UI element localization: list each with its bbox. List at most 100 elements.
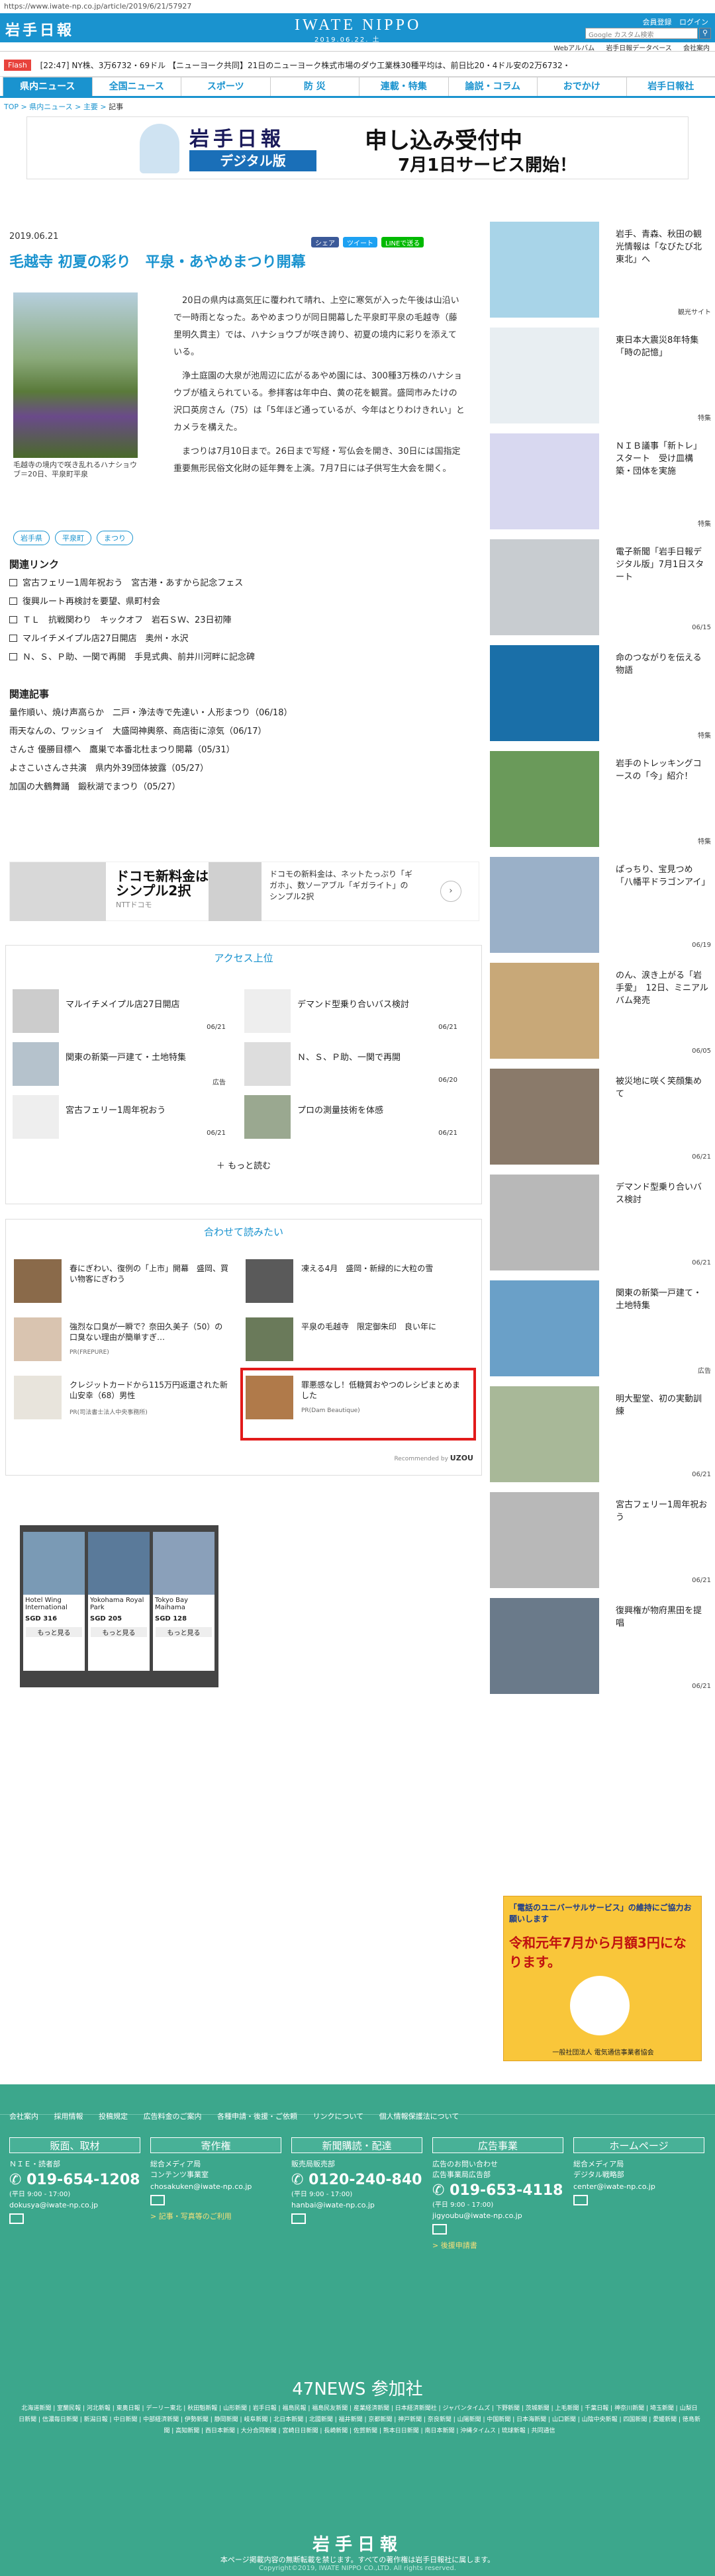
nav-series[interactable]: 連載・特集	[359, 77, 448, 96]
hotel-card[interactable]: Hotel Wing International SGD 316 もっと見る	[23, 1532, 85, 1671]
ranking-item[interactable]: 宮古フェリー1周年祝おう 06/21	[6, 1095, 231, 1145]
footer-link[interactable]: リンクについて	[313, 2112, 364, 2121]
phone-number[interactable]: ✆ 0120-240-840	[291, 2172, 422, 2188]
side-ad[interactable]: 「電話のユニバーサルサービス」の維持にご協力お願いします 令和元年7月から月額3…	[503, 1896, 702, 2061]
list-item[interactable]: 雨天なんの、ワッショイ 大盛岡神輿祭、商店街に涼気（06/17）	[9, 723, 473, 741]
nav-company[interactable]: 岩手日報社	[626, 77, 715, 96]
footer-link[interactable]: 各種申請・後援・ご依頼	[217, 2112, 297, 2121]
sidebar-item[interactable]: ＮＩＢ議事「新トレ」スタート 受け皿構築・団体を実施 特集	[490, 427, 715, 533]
nav-disaster[interactable]: 防 災	[269, 77, 359, 96]
sidebar-item[interactable]: 岩手のトレッキングコースの「今」紹介！ 特集	[490, 744, 715, 850]
facebook-share-button[interactable]: シェア	[311, 237, 339, 247]
search-input[interactable]: Google カスタム検索	[585, 28, 698, 39]
nav-local-news[interactable]: 県内ニュース	[3, 77, 92, 96]
recommend-item[interactable]: クレジットカードから115万円返還された新山安幸（68）男性 PR(司法書士法人中…	[14, 1373, 246, 1426]
footer-link[interactable]: 会社案内	[9, 2112, 38, 2121]
ranking-item[interactable]: プロの測量技術を体感 06/21	[238, 1095, 463, 1145]
sidebar-item[interactable]: 宮古フェリー1周年祝おう 06/21	[490, 1486, 715, 1591]
sidebar-item[interactable]: 岩手、青森、秋田の観光情報は「なびたび北東北」へ 観光サイト	[490, 215, 715, 321]
hotel-ad[interactable]: Hotel Wing International SGD 316 もっと見る Yok…	[20, 1525, 218, 1687]
email-link[interactable]: hanbai@iwate-np.co.jp	[291, 2201, 422, 2209]
ranking-item[interactable]: 関東の新築一戸建て・土地特集 広告	[6, 1042, 231, 1092]
tag-matsuri[interactable]: まつり	[97, 531, 133, 545]
sidebar-item[interactable]: 電子新聞「岩手日報デジタル版」7月1日スタート 06/15	[490, 533, 715, 639]
email-link[interactable]: center@iwate-np.co.jp	[573, 2182, 704, 2191]
sidebar-item[interactable]: 関東の新築一戸建て・土地特集 広告	[490, 1274, 715, 1380]
ranking-item[interactable]: マルイチメイプル店27日開店 06/21	[6, 989, 231, 1040]
footer-link[interactable]: 広告料金のご案内	[144, 2112, 202, 2121]
ranking-item[interactable]: Ｎ、Ｓ、Ｐ助、一関で再開 06/20	[238, 1042, 463, 1092]
thumbnail	[14, 1259, 62, 1303]
nav-outing[interactable]: おでかけ	[537, 77, 626, 96]
footer-nav: 会社案内 採用情報 投稿規定 広告料金のご案内 各種申請・後援・ご依頼 リンクに…	[0, 2084, 715, 2121]
phone-number[interactable]: ✆ 019-654-1208	[9, 2172, 140, 2188]
register-link[interactable]: 会員登録	[643, 18, 672, 26]
mail-icon[interactable]	[291, 2213, 306, 2224]
copyright: Copyright©2019, IWATE NIPPO CO.,LTD. All…	[259, 2565, 456, 2572]
nav-column[interactable]: 論説・コラム	[448, 77, 537, 96]
p47-list[interactable]: 北海道新聞 | 室蘭民報 | 河北新報 | 東奥日報 | デーリー東北 | 秋田…	[19, 2403, 700, 2437]
list-item[interactable]: 量作順い、焼け声高らか 二戸・浄法寺で先達い・人形まつり（06/18）	[9, 704, 473, 723]
footer-link[interactable]: 採用情報	[54, 2112, 83, 2121]
recommend-item[interactable]: 春にぎわい、復例の「上市」開幕 盛岡、買い物客にぎわう	[14, 1257, 246, 1310]
nav-national-news[interactable]: 全国ニュース	[91, 77, 181, 96]
sidebar-item[interactable]: のん、涙き上がる「岩手愛」 12日、ミニアルバム発売 06/05	[490, 956, 715, 1062]
hotel-card[interactable]: Yokohama Royal Park SGD 205 もっと見る	[88, 1532, 150, 1671]
digital-banner[interactable]: 岩手日報 デジタル版 申し込み受付中 7月1日サービス開始！	[26, 116, 689, 179]
mail-icon[interactable]	[150, 2195, 165, 2205]
footer-link[interactable]: 投稿規定	[99, 2112, 128, 2121]
crumb-top[interactable]: TOP	[4, 103, 19, 111]
nav-sports[interactable]: スポーツ	[181, 77, 270, 96]
sidebar-item[interactable]: デマンド型乗り合いバス検討 06/21	[490, 1168, 715, 1274]
login-link[interactable]: ログイン	[679, 18, 708, 26]
list-item[interactable]: Ｎ、Ｓ、Ｐ助、一関で再開 手見式典、前井川河畔に記念碑	[9, 648, 473, 667]
sidebar-item[interactable]: 被災地に咲く笑顔集めて 06/21	[490, 1062, 715, 1168]
crumb-local[interactable]: 県内ニュース	[29, 103, 72, 111]
site-name[interactable]: IWATE NIPPO	[295, 17, 421, 34]
header-links: 会員登録 ログイン	[638, 17, 709, 27]
article-paragraph: 20日の県内は高気圧に覆われて晴れ、上空に寒気が入った午後は山沿いで一時雨となっ…	[173, 296, 459, 357]
search-icon[interactable]: ⚲	[699, 28, 711, 39]
list-item[interactable]: 宮古フェリー1周年祝おう 宮古港・あすから記念フェス	[9, 574, 473, 593]
site-logo[interactable]: 岩手日報	[5, 19, 74, 40]
ranking-item[interactable]: デマンド型乗り合いバス検討 06/21	[238, 989, 463, 1040]
chevron-right-icon[interactable]: ›	[440, 881, 461, 902]
footer-logo[interactable]: 岩手日報	[0, 2531, 715, 2555]
twitter-share-button[interactable]: ツイート	[343, 237, 377, 247]
mail-icon[interactable]	[573, 2195, 588, 2205]
usage-link[interactable]: > 記事・写真等のご利用	[150, 2211, 281, 2221]
email-link[interactable]: dokusya@iwate-np.co.jp	[9, 2201, 140, 2209]
list-item[interactable]: マルイチメイプル店27日開店 奥州・水沢	[9, 630, 473, 648]
mail-icon[interactable]	[432, 2224, 447, 2235]
sidebar-item[interactable]: ぱっちり、宝見つめ 「八幡平ドラゴンアイ」 06/19	[490, 850, 715, 956]
phone-number[interactable]: ✆ 019-653-4118	[432, 2182, 563, 2199]
email-link[interactable]: chosakuken@iwate-np.co.jp	[150, 2182, 281, 2191]
ticker-text[interactable]: [22:47] NY株、3万6732・69ドル 【ニューヨーク共同】21日のニュ…	[40, 61, 571, 70]
more-button[interactable]: ＋ もっと読む	[6, 1159, 481, 1171]
list-item[interactable]: ＴＬ 抗戦関わり キックオフ 岩石ＳＷ、23日初陣	[9, 611, 473, 630]
article-photo[interactable]	[13, 292, 138, 458]
article-tags: 岩手県 平泉町 まつり	[13, 531, 133, 545]
hotel-card[interactable]: Tokyo Bay Maihama SGD 128 もっと見る	[153, 1532, 215, 1671]
list-item[interactable]: 復興ルート再検討を要望、県町村会	[9, 593, 473, 611]
recommend-item[interactable]: 平泉の毛越寺 限定御朱印 良い年に	[246, 1315, 477, 1368]
list-item[interactable]: 加国の大鶴舞踊 鍛秋湖でまつり（05/27）	[9, 778, 473, 797]
sponsor-link[interactable]: > 後援申請書	[432, 2240, 563, 2250]
sidebar-item[interactable]: 命のつながりを伝える物語 特集	[490, 639, 715, 744]
recommend-item[interactable]: 強烈な口臭が一瞬で？奈田久美子（50）の口臭ない理由が簡単すぎ… PR(FREPU…	[14, 1315, 246, 1368]
docomo-ad[interactable]: ドコモ新料金は シンプル2択 NTTドコモ ドコモの新料金は、ネットたっぷり「ギ…	[9, 862, 479, 921]
sidebar-item[interactable]: 明大聖堂、初の実動訓練 06/21	[490, 1380, 715, 1486]
email-link[interactable]: jigyoubu@iwate-np.co.jp	[432, 2211, 563, 2220]
tag-hiraizumi[interactable]: 平泉町	[55, 531, 91, 545]
sidebar-item[interactable]: 復興権が物府黒田を提唱 06/21	[490, 1591, 715, 1697]
tag-iwate[interactable]: 岩手県	[13, 531, 50, 545]
crumb-main[interactable]: 主要	[83, 103, 98, 111]
mail-icon[interactable]	[9, 2213, 24, 2224]
sidebar-item[interactable]: 東日本大震災8年特集「時の記憶」 特集	[490, 321, 715, 427]
recommend-item[interactable]: 凍える4月 盛岡・新緑的に大粒の雪	[246, 1257, 477, 1310]
list-item[interactable]: さんさ 優勝目標へ 鷹巣で本番北杜まつり開幕（05/31）	[9, 741, 473, 760]
list-item[interactable]: よさこいさんさ共演 県内外39団体披露（05/27）	[9, 760, 473, 778]
footer-link[interactable]: 個人情報保護法について	[379, 2112, 459, 2121]
url-bar[interactable]: https://www.iwate-np.co.jp/article/2019/…	[0, 0, 715, 13]
line-share-button[interactable]: LINEで送る	[381, 237, 424, 247]
